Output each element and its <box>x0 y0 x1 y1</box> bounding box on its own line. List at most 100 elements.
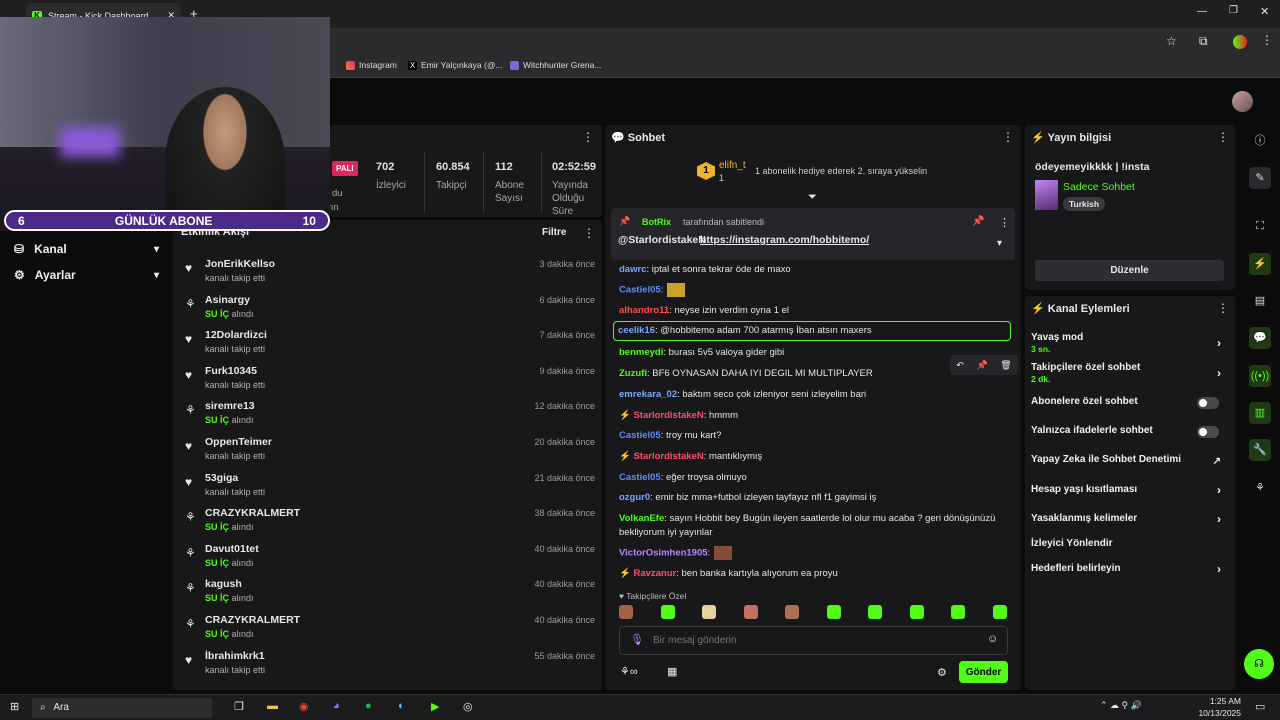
chat-username[interactable]: ozgur0 <box>619 492 650 503</box>
activity-user[interactable]: siremre13 <box>205 400 255 412</box>
emote-icon[interactable] <box>951 605 965 619</box>
emote-icon[interactable] <box>660 605 675 619</box>
store-icon[interactable]: ▦ <box>667 665 677 678</box>
expand-chevron-icon[interactable]: ▾ <box>997 238 1002 249</box>
nav-channel[interactable]: ⛁ Kanal ▾ <box>14 242 159 256</box>
bookmark-instagram[interactable]: Instagram <box>346 60 397 70</box>
restore-icon[interactable]: ❐ <box>1229 5 1238 16</box>
pencil-icon[interactable]: ✎ <box>1249 167 1271 189</box>
nav-settings[interactable]: ⚙ Ayarlar ▾ <box>14 268 159 282</box>
activity-user[interactable]: OppenTeimer <box>205 436 272 448</box>
activity-user[interactable]: CRAZYKRALMERT <box>205 614 300 626</box>
chat-username[interactable]: benmeydi <box>619 347 663 358</box>
chat-username[interactable]: Ravzanur <box>633 568 676 579</box>
pin-message-icon[interactable]: 📌 <box>976 360 987 371</box>
notifications-icon[interactable]: ▭ <box>1255 700 1265 713</box>
bookmark-witchhunter[interactable]: Witchhunter Grena... <box>510 60 601 70</box>
pinned-menu-icon[interactable]: ⋮ <box>999 216 1010 229</box>
file-explorer-icon[interactable]: ▬ <box>267 700 278 712</box>
profile-icon[interactable] <box>1233 35 1247 49</box>
emote-icon[interactable] <box>826 605 841 619</box>
channel-action-item[interactable]: Yasaklanmış kelimeler › <box>1031 512 1227 526</box>
chat-username[interactable]: Castiel05 <box>619 285 661 296</box>
chrome-icon[interactable]: ◉ <box>299 700 309 713</box>
steam-icon[interactable]: ◐ <box>398 700 405 712</box>
kick-app-icon[interactable]: ▶ <box>431 700 439 713</box>
chat-menu-icon[interactable]: ⋮ <box>1002 130 1014 144</box>
lightning-icon[interactable]: ⚡ <box>1249 253 1271 275</box>
activity-user[interactable]: CRAZYKRALMERT <box>205 507 300 519</box>
emote-icon[interactable] <box>743 605 758 619</box>
channel-action-item[interactable]: Yapay Zeka ile Sohbet Denetimi ↗ <box>1031 454 1227 467</box>
emote-icon[interactable] <box>868 605 882 619</box>
broadcast-icon[interactable]: ((•)) <box>1249 365 1271 387</box>
emote-icon[interactable] <box>992 605 1007 619</box>
support-icon[interactable]: ☊ <box>1244 649 1274 679</box>
pinned-link[interactable]: https://instagram.com/hobbitemo/ <box>700 234 869 246</box>
channel-action-item[interactable]: Yalnızca ifadelerle sohbet <box>1031 425 1227 438</box>
filter-button[interactable]: Filtre <box>542 227 566 238</box>
chat-username[interactable]: dawrc <box>619 264 646 275</box>
chat-username[interactable]: VolkanEfe <box>619 513 664 524</box>
extensions-icon[interactable]: ⧉ <box>1199 34 1208 49</box>
mic-icon[interactable]: 🎙 <box>630 633 644 646</box>
emote-icon[interactable] <box>702 605 716 619</box>
chat-username[interactable]: Zuzufi <box>619 368 647 379</box>
channel-action-item[interactable]: Abonelere özel sohbet <box>1031 396 1227 409</box>
stats-menu-icon[interactable]: ⋮ <box>582 130 594 144</box>
info-icon[interactable]: ⓘ <box>1249 130 1271 152</box>
system-tray-icons[interactable]: ⌃ ☁ ⚲ 🔊 <box>1100 700 1142 711</box>
channel-action-item[interactable]: Hesap yaşı kısıtlaması › <box>1031 483 1227 497</box>
activity-user[interactable]: kagush <box>205 578 242 590</box>
unpin-icon[interactable]: 📌 <box>972 216 984 227</box>
chevron-down-icon[interactable]: ⏷ <box>808 191 817 204</box>
channel-action-item[interactable]: Yavaş mod 3 sn. › <box>1031 332 1227 354</box>
delete-icon[interactable]: 🗑 <box>1000 360 1011 371</box>
bookmark-x[interactable]: X Emir Yalçınkaya (@... <box>408 60 503 70</box>
chat-username[interactable]: Castiel05 <box>619 430 661 441</box>
chat-username[interactable]: StarlordistakeN <box>633 410 703 421</box>
obs-icon[interactable]: ◎ <box>463 700 473 713</box>
activity-menu-icon[interactable]: ⋮ <box>583 226 595 240</box>
chat-username[interactable]: emrekara_02 <box>619 389 677 400</box>
gift-icon[interactable]: ⚘∞ <box>620 665 638 678</box>
toggle-switch[interactable] <box>1197 397 1219 409</box>
chat-username[interactable]: VictorOsimhen1905 <box>619 548 708 559</box>
close-window-icon[interactable]: ✕ <box>1260 5 1269 18</box>
discord-icon[interactable]: ◕ <box>333 700 340 712</box>
minimize-icon[interactable]: — <box>1197 6 1207 17</box>
chat-username[interactable]: alhandro11 <box>619 305 669 316</box>
chat-username[interactable]: ceelik16 <box>618 325 655 336</box>
activity-user[interactable]: Davut01tet <box>205 543 259 555</box>
activity-user[interactable]: İbrahimkrk1 <box>205 650 265 662</box>
apps-icon[interactable]: ⚘ <box>1249 477 1271 499</box>
chat-username[interactable]: StarlordistakeN <box>633 451 703 462</box>
chat-input[interactable] <box>619 626 1008 655</box>
channel-action-item[interactable]: Takipçilere özel sohbet 2 dk. › <box>1031 362 1227 384</box>
emoji-icon[interactable]: ☺ <box>987 633 998 645</box>
emote-icon[interactable] <box>909 605 924 619</box>
windows-start-icon[interactable]: ⊞ <box>10 700 19 713</box>
info-menu-icon[interactable]: ⋮ <box>1217 130 1229 144</box>
activity-user[interactable]: Furk10345 <box>205 365 257 377</box>
activity-user[interactable]: JonErikKellso <box>205 258 275 270</box>
bookmark-star-icon[interactable]: ☆ <box>1166 34 1177 48</box>
activity-user[interactable]: 12Dolardizci <box>205 329 267 341</box>
send-button[interactable]: Gönder <box>959 661 1008 683</box>
activity-user[interactable]: 53giga <box>205 472 238 484</box>
user-avatar[interactable] <box>1232 91 1253 112</box>
edit-button[interactable]: Düzenle <box>1035 260 1224 281</box>
document-icon[interactable]: ▤ <box>1249 290 1271 312</box>
task-view-icon[interactable]: ❐ <box>234 700 244 713</box>
layout-icon[interactable]: ▥ <box>1249 402 1271 424</box>
emote-icon[interactable] <box>785 605 799 619</box>
activity-user[interactable]: Asinargy <box>205 294 250 306</box>
actions-menu-icon[interactable]: ⋮ <box>1217 301 1229 315</box>
reply-icon[interactable]: ↶ <box>956 360 964 371</box>
chat-username[interactable]: Castiel05 <box>619 472 661 483</box>
emote-icon[interactable] <box>619 605 633 619</box>
crop-icon[interactable]: ⛶ <box>1249 215 1271 237</box>
chat-settings-icon[interactable]: ⚙ <box>937 666 947 679</box>
channel-action-item[interactable]: Hedefleri belirleyin › <box>1031 562 1227 576</box>
spotify-icon[interactable]: ● <box>365 700 372 712</box>
